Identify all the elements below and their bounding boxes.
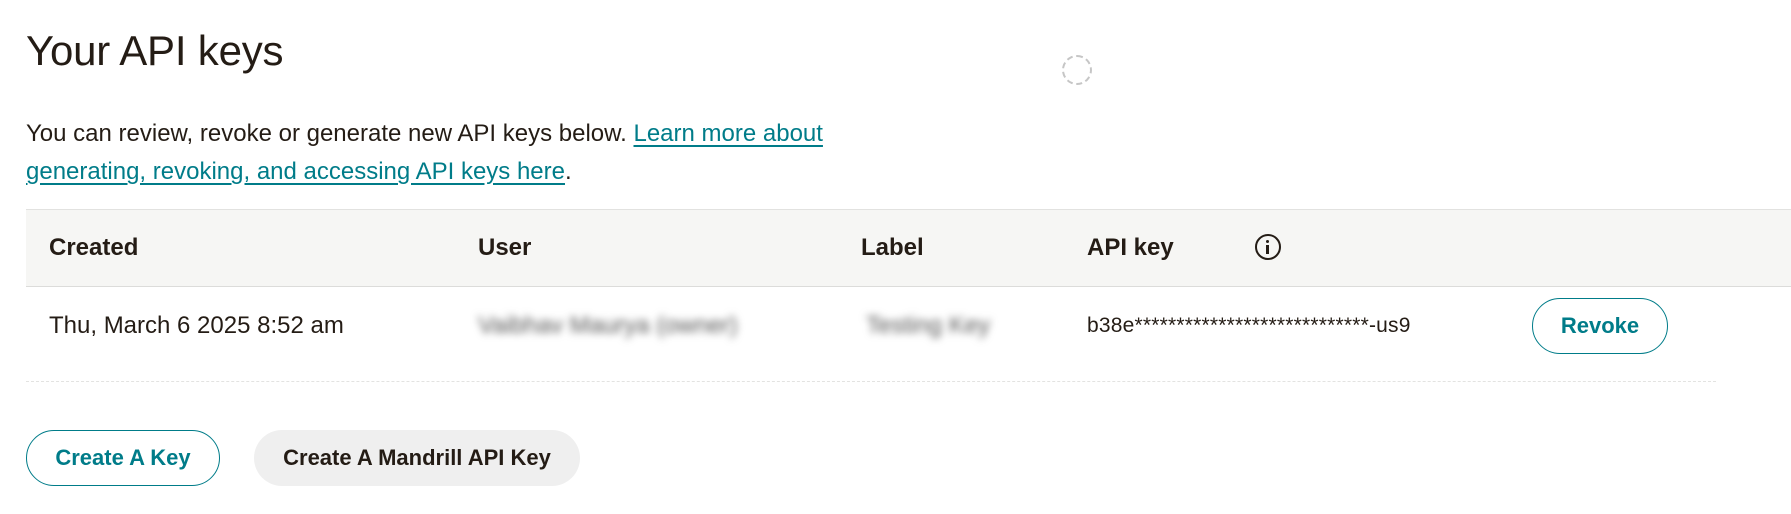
info-icon[interactable] xyxy=(1255,234,1281,260)
revoke-button[interactable]: Revoke xyxy=(1532,298,1668,354)
intro-period: . xyxy=(565,158,572,185)
api-key-header-label: API key xyxy=(1087,234,1174,261)
create-mandrill-key-button[interactable]: Create A Mandrill API Key xyxy=(254,430,580,486)
user-cell: Vaibhav Maurya (owner) xyxy=(478,312,738,339)
table-header: Created User Label API key xyxy=(26,209,1791,287)
column-header-label: Label xyxy=(861,234,924,261)
created-cell: Thu, March 6 2025 8:52 am xyxy=(49,312,344,339)
table-row: Thu, March 6 2025 8:52 am Vaibhav Maurya… xyxy=(26,287,1716,382)
api-keys-table: Created User Label API key Thu, March 6 … xyxy=(26,209,1791,382)
intro-text: You can review, revoke or generate new A… xyxy=(26,115,926,191)
api-key-cell: b38e****************************-us9 xyxy=(1087,314,1411,337)
page-title: Your API keys xyxy=(26,27,284,74)
label-cell: Testing Key xyxy=(866,312,991,339)
create-key-button[interactable]: Create A Key xyxy=(26,430,220,486)
loading-spinner-icon xyxy=(1062,55,1092,85)
intro-description: You can review, revoke or generate new A… xyxy=(26,120,634,147)
api-keys-page: Your API keys You can review, revoke or … xyxy=(0,0,1791,514)
column-header-created: Created xyxy=(49,234,139,261)
column-header-user: User xyxy=(478,234,532,261)
column-header-api-key: API key xyxy=(1087,210,1307,286)
